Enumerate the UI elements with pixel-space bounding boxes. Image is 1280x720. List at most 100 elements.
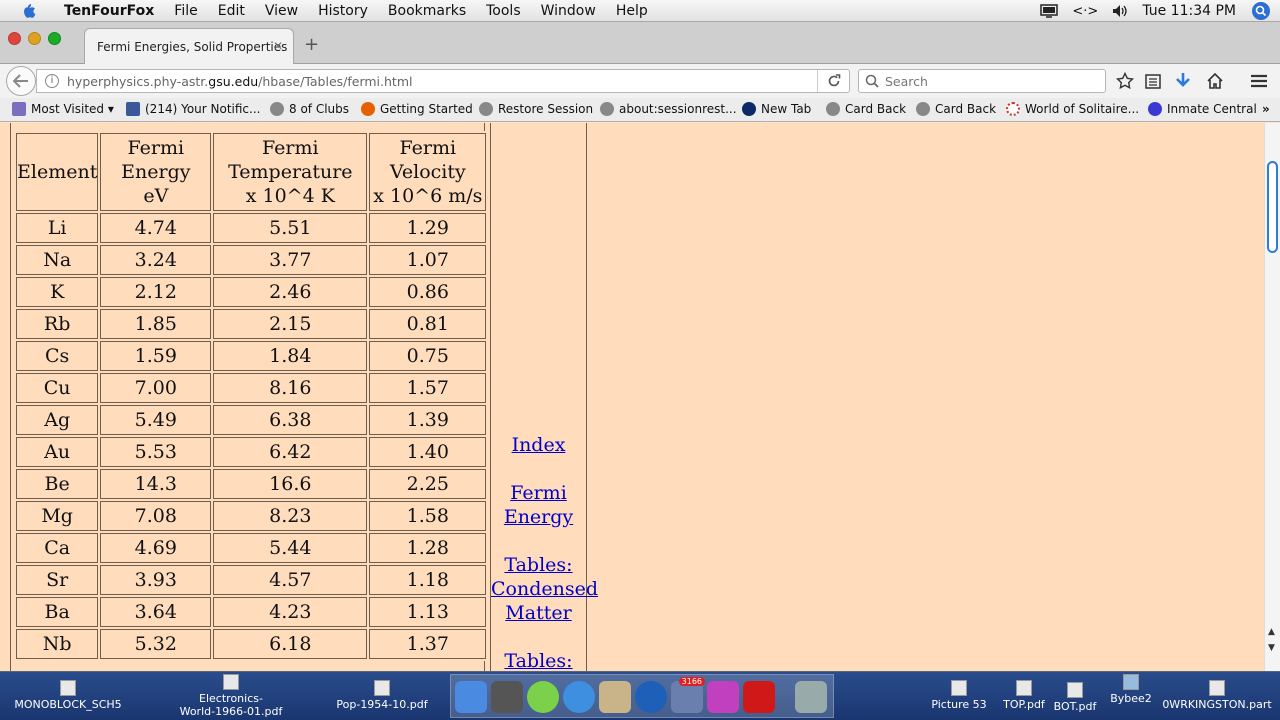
scroll-down-icon[interactable]: ▼ <box>1268 643 1275 653</box>
desktop-item[interactable]: MONOBLOCK_SCH5 <box>10 680 126 711</box>
menu-edit[interactable]: Edit <box>208 0 255 22</box>
preview-icon[interactable] <box>599 681 631 713</box>
bookmark-card-back-2[interactable]: Card Back <box>916 102 996 116</box>
apple-menu-icon[interactable] <box>16 0 40 22</box>
downloads-icon[interactable] <box>1174 72 1192 90</box>
bookmark-label: Restore Session <box>498 102 594 116</box>
bookmark-new-tab[interactable]: New Tab <box>742 102 811 116</box>
dock-apps: 3166 <box>450 674 834 718</box>
printer-icon[interactable] <box>491 681 523 713</box>
cell-fermi-velocity: 0.86 <box>369 277 487 307</box>
bookmark-label: Most Visited ▾ <box>31 102 114 116</box>
menu-file[interactable]: File <box>164 0 207 22</box>
desktop-item[interactable]: 0WRKINGSTON.part <box>1160 680 1274 711</box>
bookmark-star-icon[interactable] <box>1116 72 1134 90</box>
menu-help[interactable]: Help <box>606 0 658 22</box>
cell-fermi-velocity: 1.57 <box>369 373 487 403</box>
cell-fermi-energy: 7.08 <box>100 501 212 531</box>
new-tab-icon[interactable]: + <box>304 34 319 55</box>
menu-bookmarks[interactable]: Bookmarks <box>378 0 476 22</box>
cell-fermi-energy: 5.32 <box>100 629 212 659</box>
imac-icon[interactable] <box>707 681 739 713</box>
bookmark-card-back-1[interactable]: Card Back <box>826 102 906 116</box>
cell-fermi-temperature: 5.51 <box>213 213 368 243</box>
desktop-item-label: Bybee2 <box>1110 692 1152 705</box>
desktop-item[interactable]: Pop-1954-10.pdf <box>330 680 434 711</box>
acrobat-icon[interactable] <box>743 681 775 713</box>
cell-fermi-temperature: 4.23 <box>213 597 368 627</box>
menubar-clock[interactable]: Tue 11:34 PM <box>1142 3 1236 19</box>
link-index[interactable]: Index <box>491 433 586 457</box>
menu-view[interactable]: View <box>255 0 308 22</box>
file-icon <box>1209 680 1225 696</box>
tab-active[interactable]: Fermi Energies, Solid Properties ✕ <box>84 28 294 64</box>
cell-fermi-energy: 3.64 <box>100 597 212 627</box>
bookmark-restore-session[interactable]: Restore Session <box>479 102 593 116</box>
menu-window[interactable]: Window <box>531 0 606 22</box>
cell-fermi-temperature: 5.44 <box>213 533 368 563</box>
bookmark-inmate-central[interactable]: Inmate Central <box>1148 102 1257 116</box>
volume-icon[interactable] <box>1112 4 1128 18</box>
cell-fermi-energy: 5.53 <box>100 437 212 467</box>
table-row: Li 4.74 5.51 1.29 <box>16 213 487 243</box>
close-tab-icon[interactable]: ✕ <box>273 39 283 53</box>
back-button[interactable] <box>6 66 36 96</box>
menu-history[interactable]: History <box>308 0 378 22</box>
display-icon[interactable] <box>1040 4 1059 18</box>
finder-icon[interactable] <box>455 681 487 713</box>
hamburger-menu-icon[interactable] <box>1250 72 1268 90</box>
bookmark-most-visited[interactable]: Most Visited ▾ <box>12 102 114 116</box>
site-info-icon[interactable]: i <box>45 74 59 88</box>
desktop-item-label: Pop-1954-10.pdf <box>336 698 428 711</box>
zoom-window-icon[interactable] <box>48 32 61 45</box>
bookmark-about-sessionrestore[interactable]: about:sessionrest... <box>600 102 737 116</box>
search-input[interactable]: Search <box>858 69 1106 93</box>
safari-icon[interactable] <box>563 681 595 713</box>
desktop-item[interactable]: BOT.pdf <box>1050 682 1100 713</box>
table-row: Nb 5.32 6.18 1.37 <box>16 629 487 659</box>
url-bar[interactable]: i hyperphysics.phy-astr. gsu.edu/hbase/Ta… <box>36 69 850 93</box>
reload-icon[interactable] <box>817 70 849 92</box>
bookmark-world-of-solitaire[interactable]: World of Solitaire... <box>1006 102 1139 116</box>
trash-icon[interactable] <box>795 681 827 713</box>
desktop-item-label: MONOBLOCK_SCH5 <box>14 698 122 711</box>
tab-strip: Fermi Energies, Solid Properties ✕ + <box>0 22 1280 64</box>
desktop-item[interactable]: TOP.pdf <box>998 680 1050 711</box>
browser-globe-icon[interactable] <box>635 681 667 713</box>
fermi-table: Element Fermi Energy eV Fermi Temperatur… <box>14 131 489 661</box>
close-window-icon[interactable] <box>8 32 21 45</box>
scrollbar-thumb[interactable] <box>1267 161 1278 253</box>
scroll-up-icon[interactable]: ▲ <box>1268 627 1275 637</box>
link-text: Fermi <box>510 482 567 504</box>
link-tables[interactable]: Tables: <box>491 649 586 671</box>
bookmark-8-of-clubs[interactable]: 8 of Clubs <box>270 102 349 116</box>
table-row: Rb 1.85 2.15 0.81 <box>16 309 487 339</box>
desktop-item[interactable]: Bybee2 <box>1104 674 1158 705</box>
header-label: Element <box>17 161 98 183</box>
vertical-scrollbar[interactable]: ▲ ▼ <box>1264 123 1280 671</box>
table-row: Ba 3.64 4.23 1.13 <box>16 597 487 627</box>
bookmark-getting-started[interactable]: Getting Started <box>361 102 473 116</box>
cell-element: Rb <box>16 309 99 339</box>
arrows-icon[interactable]: <·> <box>1072 4 1098 19</box>
mail-icon[interactable]: 3166 <box>671 677 705 713</box>
home-icon[interactable] <box>1206 72 1224 90</box>
minimize-window-icon[interactable] <box>28 32 41 45</box>
cell-fermi-temperature: 1.84 <box>213 341 368 371</box>
menu-tools[interactable]: Tools <box>476 0 531 22</box>
header-fermi-velocity: Fermi Velocity x 10^6 m/s <box>369 133 487 211</box>
spotlight-icon[interactable] <box>1252 2 1270 20</box>
table-row: K 2.12 2.46 0.86 <box>16 277 487 307</box>
bookmarks-overflow-icon[interactable]: » <box>1262 102 1270 116</box>
link-text: Tables: <box>504 650 573 671</box>
mail-badge: 3166 <box>678 677 705 686</box>
menu-app-name[interactable]: TenFourFox <box>54 0 164 22</box>
desktop-item[interactable]: Picture 53 <box>926 680 992 711</box>
bookmarks-menu-icon[interactable] <box>1144 72 1162 90</box>
itunes-icon[interactable] <box>527 681 559 713</box>
link-tables-condensed-matter[interactable]: Tables: Condensed Matter <box>491 553 599 625</box>
link-text: Condensed <box>491 578 599 600</box>
link-fermi-energy[interactable]: Fermi Energy <box>491 481 586 529</box>
desktop-item[interactable]: Electronics- World-1966-01.pdf <box>170 674 292 718</box>
bookmark-facebook[interactable]: (214) Your Notific... <box>126 102 260 116</box>
